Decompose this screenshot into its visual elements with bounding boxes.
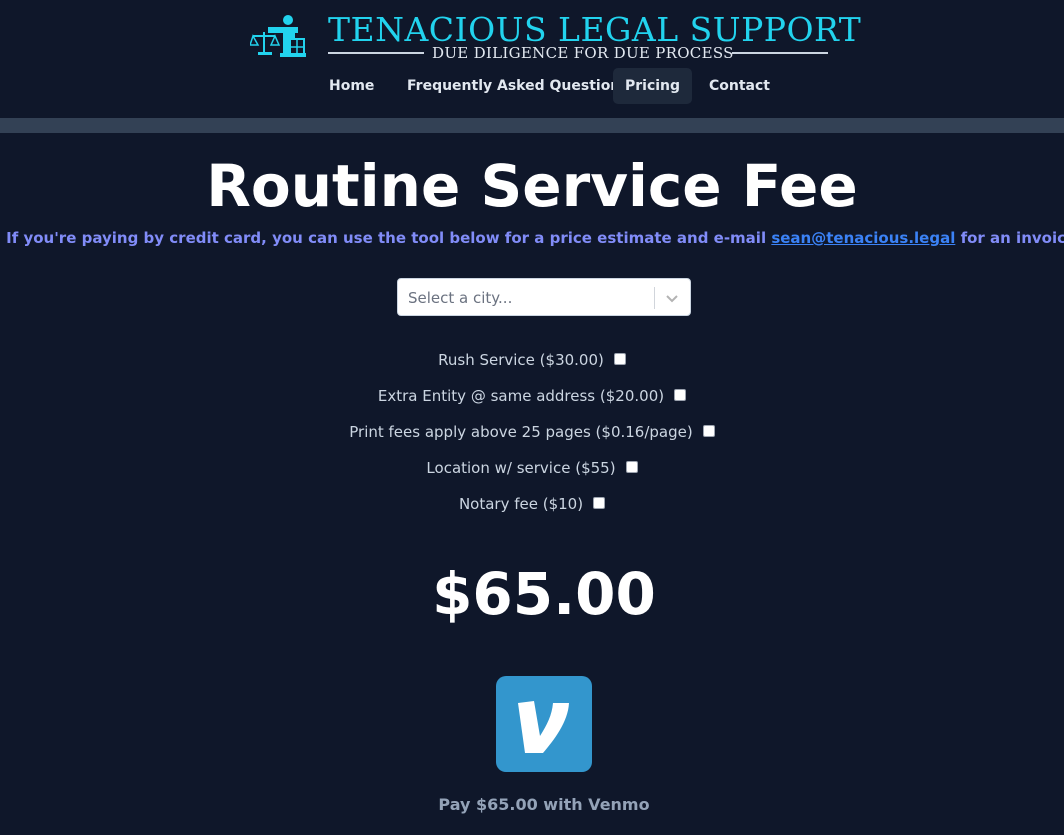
venmo-button[interactable] <box>496 676 592 772</box>
option-extra-entity: Extra Entity @ same address ($20.00) <box>0 385 1064 407</box>
option-label: Notary fee ($10) <box>458 495 584 513</box>
email-link[interactable]: sean@tenacious.legal <box>771 229 955 247</box>
option-notary-fee: Notary fee ($10) <box>0 493 1064 515</box>
scales-of-justice-icon <box>250 15 306 57</box>
intro-suffix: for an invoice. <box>960 229 1064 247</box>
site-logo[interactable]: TENACIOUS LEGAL SUPPORT DUE DILIGENCE FO… <box>250 10 861 64</box>
city-select[interactable]: Select a city... <box>397 278 691 316</box>
notary-fee-checkbox[interactable] <box>593 497 606 509</box>
city-select-placeholder: Select a city... <box>408 289 513 307</box>
tagline-rule-right <box>732 52 828 54</box>
intro-text: If you're paying by credit card, you can… <box>0 229 1064 247</box>
venmo-logo-icon <box>518 701 569 753</box>
location-service-checkbox[interactable] <box>625 461 638 473</box>
intro-prefix: If you're paying by credit card, you can… <box>6 229 767 247</box>
option-location-service: Location w/ service ($55) <box>0 457 1064 479</box>
tagline-rule-left <box>328 52 424 54</box>
main-nav: Home Frequently Asked Questions Pricing … <box>0 68 1064 104</box>
total-price: $65.00 <box>432 560 656 628</box>
site-header: TENACIOUS LEGAL SUPPORT DUE DILIGENCE FO… <box>0 0 1064 118</box>
nav-pricing[interactable]: Pricing <box>613 68 693 104</box>
venmo-pay-label: Pay $65.00 with Venmo <box>438 795 650 814</box>
select-separator <box>654 287 655 309</box>
nav-contact[interactable]: Contact <box>697 68 782 104</box>
nav-home[interactable]: Home <box>317 68 386 104</box>
chevron-down-icon[interactable] <box>664 291 680 305</box>
option-label: Rush Service ($30.00) <box>438 351 604 369</box>
option-label: Extra Entity @ same address ($20.00) <box>377 387 665 405</box>
option-label: Print fees apply above 25 pages ($0.16/p… <box>349 423 693 441</box>
extra-entity-checkbox[interactable] <box>674 389 687 401</box>
page-title: Routine Service Fee <box>206 152 858 220</box>
print-fees-checkbox[interactable] <box>702 425 715 437</box>
nav-faq[interactable]: Frequently Asked Questions <box>395 68 641 104</box>
brand-tagline: DUE DILIGENCE FOR DUE PROCESS <box>432 44 734 62</box>
option-rush-service: Rush Service ($30.00) <box>0 349 1064 371</box>
option-print-fees: Print fees apply above 25 pages ($0.16/p… <box>0 421 1064 443</box>
rush-service-checkbox[interactable] <box>613 353 626 365</box>
header-divider <box>0 118 1064 133</box>
option-label: Location w/ service ($55) <box>426 459 616 477</box>
